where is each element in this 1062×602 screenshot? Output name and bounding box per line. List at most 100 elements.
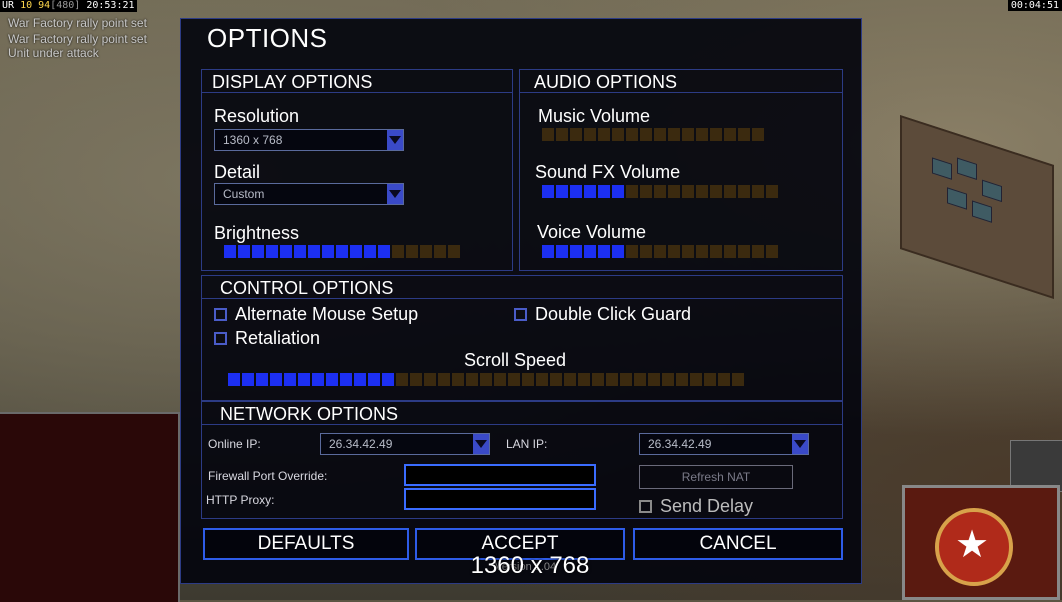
slider-segment[interactable] (242, 373, 254, 386)
resolution-dropdown[interactable]: 1360 x 768 (214, 129, 404, 151)
slider-segment[interactable] (424, 373, 436, 386)
cancel-button[interactable]: CANCEL (633, 528, 843, 560)
lan-ip-dropdown[interactable]: 26.34.42.49 (639, 433, 809, 455)
slider-segment[interactable] (612, 245, 624, 258)
slider-segment[interactable] (710, 185, 722, 198)
slider-segment[interactable] (612, 128, 624, 141)
slider-segment[interactable] (266, 245, 278, 258)
http-proxy-input[interactable] (404, 488, 596, 510)
slider-segment[interactable] (640, 245, 652, 258)
slider-segment[interactable] (556, 245, 568, 258)
slider-segment[interactable] (752, 245, 764, 258)
slider-segment[interactable] (536, 373, 548, 386)
slider-segment[interactable] (704, 373, 716, 386)
slider-segment[interactable] (640, 185, 652, 198)
slider-segment[interactable] (570, 185, 582, 198)
slider-segment[interactable] (640, 128, 652, 141)
slider-segment[interactable] (556, 185, 568, 198)
slider-segment[interactable] (480, 373, 492, 386)
chevron-down-icon[interactable] (387, 184, 403, 204)
slider-segment[interactable] (224, 245, 236, 258)
slider-segment[interactable] (368, 373, 380, 386)
slider-segment[interactable] (592, 373, 604, 386)
slider-segment[interactable] (752, 128, 764, 141)
slider-segment[interactable] (626, 128, 638, 141)
slider-segment[interactable] (738, 245, 750, 258)
slider-segment[interactable] (350, 245, 362, 258)
slider-segment[interactable] (766, 185, 778, 198)
slider-segment[interactable] (668, 185, 680, 198)
checkbox-box[interactable] (214, 308, 227, 321)
slider-segment[interactable] (354, 373, 366, 386)
slider-segment[interactable] (410, 373, 422, 386)
slider-segment[interactable] (382, 373, 394, 386)
firewall-port-input[interactable] (404, 464, 596, 486)
slider-segment[interactable] (682, 128, 694, 141)
slider-segment[interactable] (308, 245, 320, 258)
slider-segment[interactable] (612, 185, 624, 198)
chevron-down-icon[interactable] (792, 434, 808, 454)
slider-segment[interactable] (738, 185, 750, 198)
slider-segment[interactable] (598, 128, 610, 141)
brightness-slider[interactable] (224, 245, 460, 258)
slider-segment[interactable] (752, 185, 764, 198)
slider-segment[interactable] (448, 245, 460, 258)
slider-segment[interactable] (662, 373, 674, 386)
slider-segment[interactable] (280, 245, 292, 258)
slider-segment[interactable] (312, 373, 324, 386)
slider-segment[interactable] (690, 373, 702, 386)
slider-segment[interactable] (696, 245, 708, 258)
slider-segment[interactable] (724, 128, 736, 141)
refresh-nat-button[interactable]: Refresh NAT (639, 465, 793, 489)
slider-segment[interactable] (710, 245, 722, 258)
slider-segment[interactable] (452, 373, 464, 386)
scroll-speed-slider[interactable] (228, 373, 744, 386)
slider-segment[interactable] (270, 373, 282, 386)
slider-segment[interactable] (564, 373, 576, 386)
slider-segment[interactable] (406, 245, 418, 258)
slider-segment[interactable] (556, 128, 568, 141)
alternate-mouse-checkbox[interactable]: Alternate Mouse Setup (214, 304, 418, 325)
slider-segment[interactable] (550, 373, 562, 386)
slider-segment[interactable] (676, 373, 688, 386)
slider-segment[interactable] (298, 373, 310, 386)
detail-dropdown[interactable]: Custom (214, 183, 404, 205)
slider-segment[interactable] (466, 373, 478, 386)
slider-segment[interactable] (696, 128, 708, 141)
slider-segment[interactable] (256, 373, 268, 386)
slider-segment[interactable] (718, 373, 730, 386)
slider-segment[interactable] (392, 245, 404, 258)
defaults-button[interactable]: DEFAULTS (203, 528, 409, 560)
slider-segment[interactable] (654, 185, 666, 198)
slider-segment[interactable] (326, 373, 338, 386)
slider-segment[interactable] (598, 185, 610, 198)
slider-segment[interactable] (542, 245, 554, 258)
online-ip-dropdown[interactable]: 26.34.42.49 (320, 433, 490, 455)
slider-segment[interactable] (626, 185, 638, 198)
slider-segment[interactable] (710, 128, 722, 141)
music-volume-slider[interactable] (542, 128, 764, 141)
slider-segment[interactable] (294, 245, 306, 258)
chevron-down-icon[interactable] (473, 434, 489, 454)
slider-segment[interactable] (378, 245, 390, 258)
slider-segment[interactable] (584, 245, 596, 258)
slider-segment[interactable] (284, 373, 296, 386)
double-click-guard-checkbox[interactable]: Double Click Guard (514, 304, 691, 325)
slider-segment[interactable] (578, 373, 590, 386)
slider-segment[interactable] (420, 245, 432, 258)
checkbox-box[interactable] (639, 500, 652, 513)
slider-segment[interactable] (696, 185, 708, 198)
retaliation-checkbox[interactable]: Retaliation (214, 328, 320, 349)
slider-segment[interactable] (584, 185, 596, 198)
slider-segment[interactable] (732, 373, 744, 386)
slider-segment[interactable] (364, 245, 376, 258)
checkbox-box[interactable] (214, 332, 227, 345)
slider-segment[interactable] (648, 373, 660, 386)
slider-segment[interactable] (228, 373, 240, 386)
slider-segment[interactable] (396, 373, 408, 386)
slider-segment[interactable] (682, 185, 694, 198)
slider-segment[interactable] (522, 373, 534, 386)
slider-segment[interactable] (238, 245, 250, 258)
slider-segment[interactable] (570, 245, 582, 258)
slider-segment[interactable] (682, 245, 694, 258)
